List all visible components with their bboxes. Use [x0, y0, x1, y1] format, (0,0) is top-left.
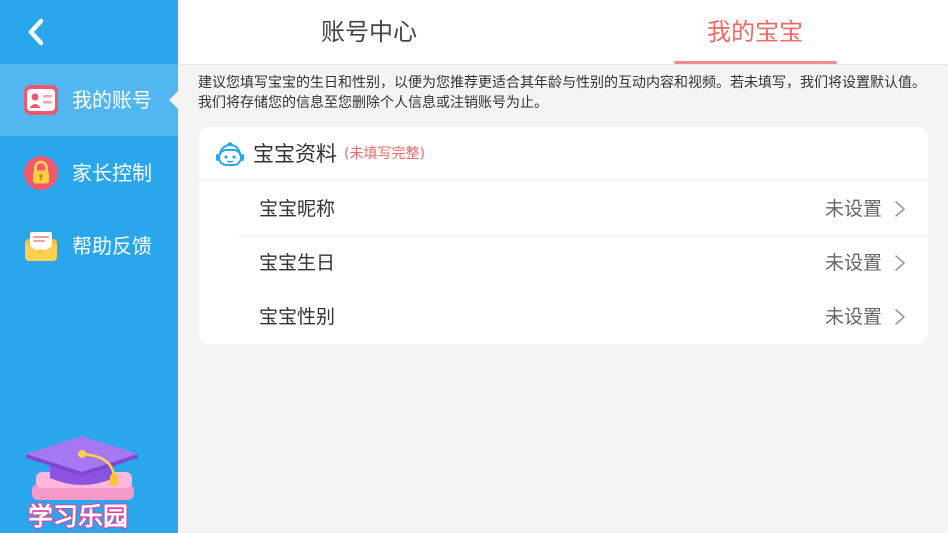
- sidebar-item-my-account[interactable]: 我的账号: [0, 64, 178, 136]
- graduation-cap-books-icon: [26, 436, 138, 500]
- row-baby-gender[interactable]: 宝宝性别 未设置: [239, 290, 928, 344]
- tab-my-baby[interactable]: 我的宝宝: [707, 16, 803, 48]
- envelope-icon: [25, 232, 57, 261]
- row-value: 未设置: [824, 306, 882, 328]
- lock-icon: [24, 156, 58, 190]
- incomplete-note: (未填写完整): [344, 146, 425, 162]
- tab-account-center[interactable]: 账号中心: [321, 16, 417, 48]
- tab-bar: 账号中心 我的宝宝: [178, 0, 948, 65]
- row-baby-birthday[interactable]: 宝宝生日 未设置: [239, 236, 928, 290]
- baby-face-icon: [216, 142, 244, 166]
- sidebar-item-help-feedback[interactable]: 帮助反馈: [0, 210, 178, 282]
- row-baby-nickname[interactable]: 宝宝昵称 未设置: [239, 182, 928, 236]
- chevron-right-icon: [895, 201, 905, 217]
- app-logo: 学习乐园: [22, 428, 152, 533]
- chevron-right-icon: [895, 255, 905, 271]
- active-indicator: [169, 91, 178, 109]
- card-header: 宝宝资料 (未填写完整): [199, 127, 928, 181]
- sidebar-item-parental-control[interactable]: 家长控制: [0, 137, 178, 209]
- back-button[interactable]: [18, 14, 54, 50]
- id-card-icon: [24, 85, 58, 115]
- row-label: 宝宝生日: [259, 252, 336, 274]
- tab-active-underline: [674, 61, 837, 64]
- chevron-right-icon: [895, 309, 905, 325]
- row-label: 宝宝性别: [259, 306, 336, 328]
- sidebar-item-label: 家长控制: [72, 161, 152, 185]
- logo-text: 学习乐园: [27, 501, 129, 532]
- chevron-left-icon: [28, 18, 44, 46]
- sidebar-item-label: 帮助反馈: [72, 234, 152, 258]
- row-value: 未设置: [824, 198, 882, 220]
- privacy-notice: 建议您填写宝宝的生日和性别，以便为您推荐更适合其年龄与性别的互动内容和视频。若未…: [198, 75, 926, 111]
- row-value: 未设置: [824, 252, 882, 274]
- row-label: 宝宝昵称: [259, 198, 336, 220]
- sidebar-item-label: 我的账号: [72, 88, 152, 112]
- sidebar: 我的账号 家长控制 帮助反馈 学习乐园: [0, 0, 178, 533]
- baby-profile-card: 宝宝资料 (未填写完整) 宝宝昵称 未设置 宝宝生日 未设置 宝宝性别 未设置: [199, 127, 928, 344]
- card-title: 宝宝资料: [253, 142, 337, 166]
